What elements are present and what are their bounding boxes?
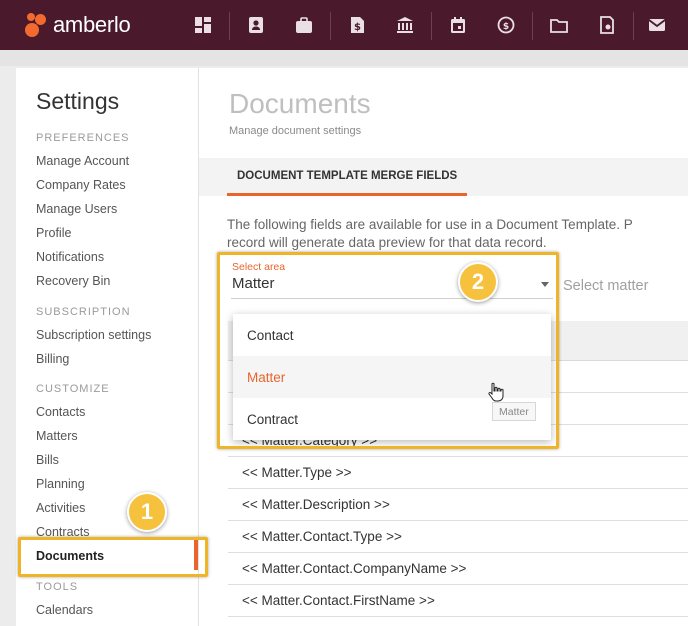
section-tools: TOOLS [36, 581, 79, 593]
svg-text:$: $ [354, 22, 361, 33]
callout-badge-2: 2 [458, 262, 498, 302]
page-subtitle: Manage document settings [229, 125, 362, 137]
sidebar-item-subscription-settings[interactable]: Subscription settings [36, 328, 151, 342]
svg-text:$: $ [503, 22, 509, 32]
sidebar-item-notifications[interactable]: Notifications [36, 250, 104, 264]
page-title: Documents [229, 88, 371, 119]
callout-highlight-documents [18, 537, 208, 577]
sidebar-item-calendars[interactable]: Calendars [36, 603, 93, 617]
table-row: << Matter.Contact.Type >> [228, 521, 688, 553]
section-preferences: PREFERENCES [36, 132, 130, 144]
sidebar-item-planning[interactable]: Planning [36, 477, 85, 491]
callout-highlight-select-area [217, 252, 559, 449]
calendar-icon[interactable] [433, 0, 483, 50]
contracts-icon[interactable] [582, 0, 632, 50]
matters-icon[interactable] [279, 0, 329, 50]
app-logo[interactable]: amberlo [24, 10, 131, 40]
top-navigation-bar: amberlo $ $ [0, 0, 688, 50]
app-name: amberlo [53, 12, 131, 37]
bank-icon[interactable] [380, 0, 430, 50]
callout-badge-1: 1 [127, 492, 167, 532]
section-subscription: SUBSCRIPTION [36, 306, 131, 318]
select-matter-input[interactable]: Select matter [563, 278, 648, 294]
sidebar-item-bills[interactable]: Bills [36, 453, 59, 467]
time-entry-icon[interactable]: $ [481, 0, 531, 50]
dashboard-icon[interactable] [178, 0, 228, 50]
sidebar-item-billing[interactable]: Billing [36, 352, 69, 366]
sidebar-title: Settings [36, 88, 120, 114]
table-row: << Matter.Description >> [228, 489, 688, 521]
billing-icon[interactable]: $ [332, 0, 382, 50]
tab-document-template-merge-fields[interactable]: DOCUMENT TEMPLATE MERGE FIELDS [227, 158, 468, 196]
tab-bar: DOCUMENT TEMPLATE MERGE FIELDS [199, 158, 688, 196]
sidebar-item-activities[interactable]: Activities [36, 501, 85, 515]
section-customize: CUSTOMIZE [36, 383, 110, 395]
sidebar-item-contacts[interactable]: Contacts [36, 405, 85, 419]
sidebar-item-matters[interactable]: Matters [36, 429, 78, 443]
folder-icon[interactable] [534, 0, 584, 50]
table-row: << Matter.Type >> [228, 457, 688, 489]
table-row: << Matter.Contact.FirstName >> [228, 585, 688, 617]
sidebar-item-profile[interactable]: Profile [36, 226, 71, 240]
amberlo-logo-icon [24, 11, 50, 39]
sidebar-item-manage-users[interactable]: Manage Users [36, 202, 117, 216]
table-row: << Matter.Contact.CompanyName >> [228, 553, 688, 585]
sidebar-item-company-rates[interactable]: Company Rates [36, 178, 126, 192]
mail-icon[interactable] [632, 0, 682, 50]
description-text: The following fields are available for u… [227, 217, 633, 250]
sidebar-item-manage-account[interactable]: Manage Account [36, 154, 129, 168]
contacts-icon[interactable] [231, 0, 281, 50]
sidebar-item-recovery-bin[interactable]: Recovery Bin [36, 274, 110, 288]
